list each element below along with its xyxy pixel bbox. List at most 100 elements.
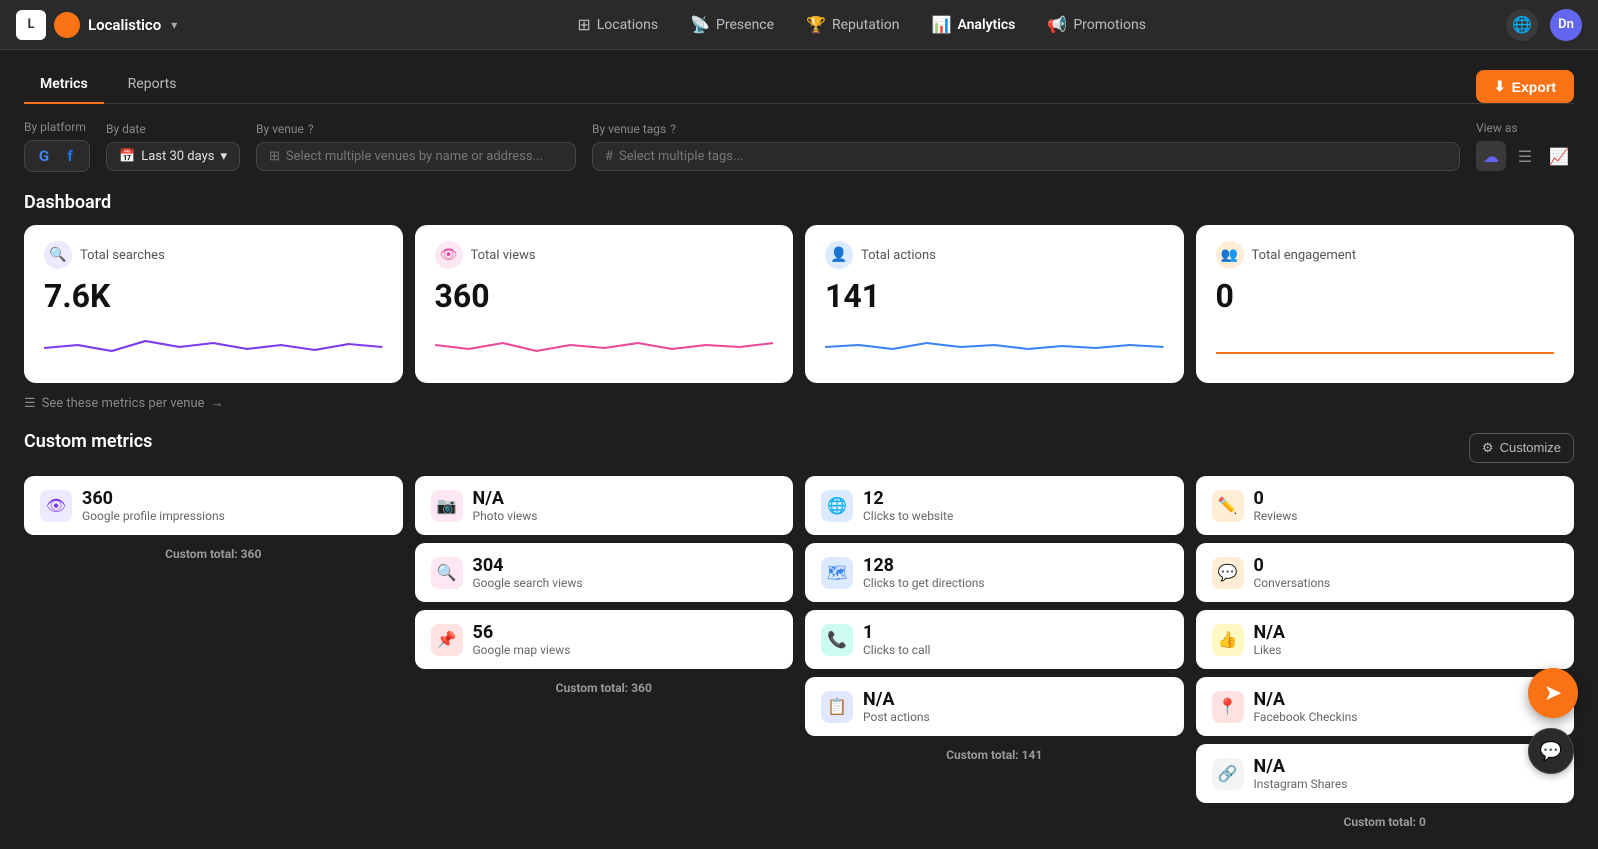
clicks-call-icon: 📞: [821, 624, 853, 656]
likes-icon: 👍: [1212, 624, 1244, 656]
tags-filter-icon: #: [605, 149, 613, 164]
instagram-shares-icon: 🔗: [1212, 758, 1244, 790]
facebook-platform-btn[interactable]: f: [59, 145, 81, 167]
brand[interactable]: L Localistico ▾: [16, 10, 177, 40]
see-metrics-arrow-icon: →: [211, 395, 224, 411]
instagram-shares-value: N/A: [1254, 756, 1348, 777]
nav-item-reputation[interactable]: 🏆 Reputation: [792, 9, 913, 40]
custom-card-instagram-shares: 🔗 N/A Instagram Shares: [1196, 744, 1575, 803]
nav-item-presence[interactable]: 📡 Presence: [676, 9, 788, 40]
custom-col-3-total: Custom total: 141: [805, 744, 1184, 766]
post-actions-value: N/A: [863, 689, 930, 710]
view-as-label: View as: [1476, 121, 1574, 135]
total-actions-icon: 👤: [825, 241, 853, 269]
promotions-icon: 📢: [1047, 15, 1067, 34]
view-cloud-btn[interactable]: ☁: [1476, 141, 1506, 171]
main-content: Metrics Reports ⬇ Export By platform G f…: [0, 50, 1598, 849]
custom-col-4-total: Custom total: 0: [1196, 811, 1575, 833]
calendar-icon: 📅: [119, 149, 135, 164]
view-list-btn[interactable]: ☰: [1510, 141, 1540, 171]
nav-item-promotions[interactable]: 📢 Promotions: [1033, 9, 1160, 40]
venue-filter-input[interactable]: ⊞ Select multiple venues by name or addr…: [256, 142, 576, 171]
presence-icon: 📡: [690, 15, 710, 34]
custom-metrics-grid: 👁 360 Google profile impressions Custom …: [24, 476, 1574, 833]
metrics-grid: 🔍 Total searches 7.6K 👁 Total views 360 …: [24, 225, 1574, 383]
export-button[interactable]: ⬇ Export: [1476, 70, 1574, 103]
analytics-icon: 📊: [932, 15, 952, 34]
tags-help-icon[interactable]: ?: [670, 122, 676, 136]
metric-card-total-searches: 🔍 Total searches 7.6K: [24, 225, 403, 383]
platform-filter-group: By platform G f: [24, 120, 90, 172]
google-map-views-value: 56: [473, 622, 571, 643]
filters-bar: By platform G f By date 📅 Last 30 days ▾…: [24, 120, 1574, 172]
clicks-website-icon: 🌐: [821, 490, 853, 522]
custom-card-google-profile: 👁 360 Google profile impressions: [24, 476, 403, 535]
google-search-views-value: 304: [473, 555, 583, 576]
clicks-call-label: Clicks to call: [863, 643, 930, 657]
total-actions-title: Total actions: [861, 248, 936, 263]
photo-views-value: N/A: [473, 488, 538, 509]
tab-reports[interactable]: Reports: [112, 66, 193, 104]
chat-fab-button[interactable]: ➤: [1528, 668, 1578, 718]
view-chart-btn[interactable]: 📈: [1544, 141, 1574, 171]
metric-card-total-engagement: 👥 Total engagement 0: [1196, 225, 1575, 383]
export-icon: ⬇: [1494, 78, 1506, 95]
see-metrics-icon: ☰: [24, 396, 36, 411]
clicks-website-value: 12: [863, 488, 953, 509]
total-views-value: 360: [435, 277, 774, 315]
google-profile-value: 360: [82, 488, 225, 509]
facebook-checkins-icon: 📍: [1212, 691, 1244, 723]
custom-col-1-total: Custom total: 360: [24, 543, 403, 565]
instagram-shares-label: Instagram Shares: [1254, 777, 1348, 791]
google-profile-icon: 👁: [40, 490, 72, 522]
brand-caret-icon[interactable]: ▾: [171, 18, 177, 32]
custom-col-1: 👁 360 Google profile impressions Custom …: [24, 476, 403, 565]
custom-card-photo-views: 📷 N/A Photo views: [415, 476, 794, 535]
support-fab-button[interactable]: 💬: [1528, 728, 1574, 774]
custom-card-clicks-directions: 🗺 128 Clicks to get directions: [805, 543, 1184, 602]
clicks-call-value: 1: [863, 622, 930, 643]
reviews-icon: ✏️: [1212, 490, 1244, 522]
tags-filter-label: By venue tags: [592, 122, 666, 136]
conversations-icon: 💬: [1212, 557, 1244, 589]
custom-card-google-map-views: 📌 56 Google map views: [415, 610, 794, 669]
reputation-icon: 🏆: [806, 15, 826, 34]
customize-button[interactable]: ⚙ Customize: [1469, 433, 1574, 463]
tags-filter-group: By venue tags ? # Select multiple tags..…: [592, 122, 1460, 171]
top-nav: L Localistico ▾ ⊞ Locations 📡 Presence 🏆…: [0, 0, 1598, 50]
date-filter-btn[interactable]: 📅 Last 30 days ▾: [106, 142, 240, 171]
custom-col-3: 🌐 12 Clicks to website 🗺 128 Clicks to g…: [805, 476, 1184, 766]
globe-button[interactable]: 🌐: [1506, 9, 1538, 41]
clicks-directions-value: 128: [863, 555, 985, 576]
total-engagement-icon: 👥: [1216, 241, 1244, 269]
see-metrics-link[interactable]: ☰ See these metrics per venue →: [24, 395, 1574, 411]
nav-links: ⊞ Locations 📡 Presence 🏆 Reputation 📊 An…: [217, 9, 1506, 40]
custom-card-reviews: ✏️ 0 Reviews: [1196, 476, 1575, 535]
google-map-views-icon: 📌: [431, 624, 463, 656]
date-filter-label: By date: [106, 122, 240, 136]
nav-item-locations[interactable]: ⊞ Locations: [563, 9, 672, 40]
total-views-icon: 👁: [435, 241, 463, 269]
total-views-title: Total views: [471, 248, 536, 263]
nav-right: 🌐 Dn: [1506, 9, 1582, 41]
custom-metrics-header: Custom metrics ⚙ Customize: [24, 431, 1574, 464]
clicks-website-label: Clicks to website: [863, 509, 953, 523]
photo-views-label: Photo views: [473, 509, 538, 523]
tags-filter-input[interactable]: # Select multiple tags...: [592, 142, 1460, 171]
google-profile-label: Google profile impressions: [82, 509, 225, 523]
custom-col-4: ✏️ 0 Reviews 💬 0 Conversations 👍 N/A Lik…: [1196, 476, 1575, 833]
custom-card-post-actions: 📋 N/A Post actions: [805, 677, 1184, 736]
reviews-label: Reviews: [1254, 509, 1298, 523]
platform-buttons[interactable]: G f: [24, 140, 90, 172]
tab-metrics[interactable]: Metrics: [24, 66, 104, 104]
google-platform-btn[interactable]: G: [33, 145, 55, 167]
custom-metrics-title: Custom metrics: [24, 431, 152, 452]
user-avatar[interactable]: Dn: [1550, 9, 1582, 41]
conversations-label: Conversations: [1254, 576, 1331, 590]
conversations-value: 0: [1254, 555, 1331, 576]
post-actions-label: Post actions: [863, 710, 930, 724]
nav-item-analytics[interactable]: 📊 Analytics: [918, 9, 1030, 40]
total-searches-title: Total searches: [80, 248, 165, 263]
venue-filter-label: By venue: [256, 122, 304, 136]
venue-help-icon[interactable]: ?: [308, 122, 314, 136]
